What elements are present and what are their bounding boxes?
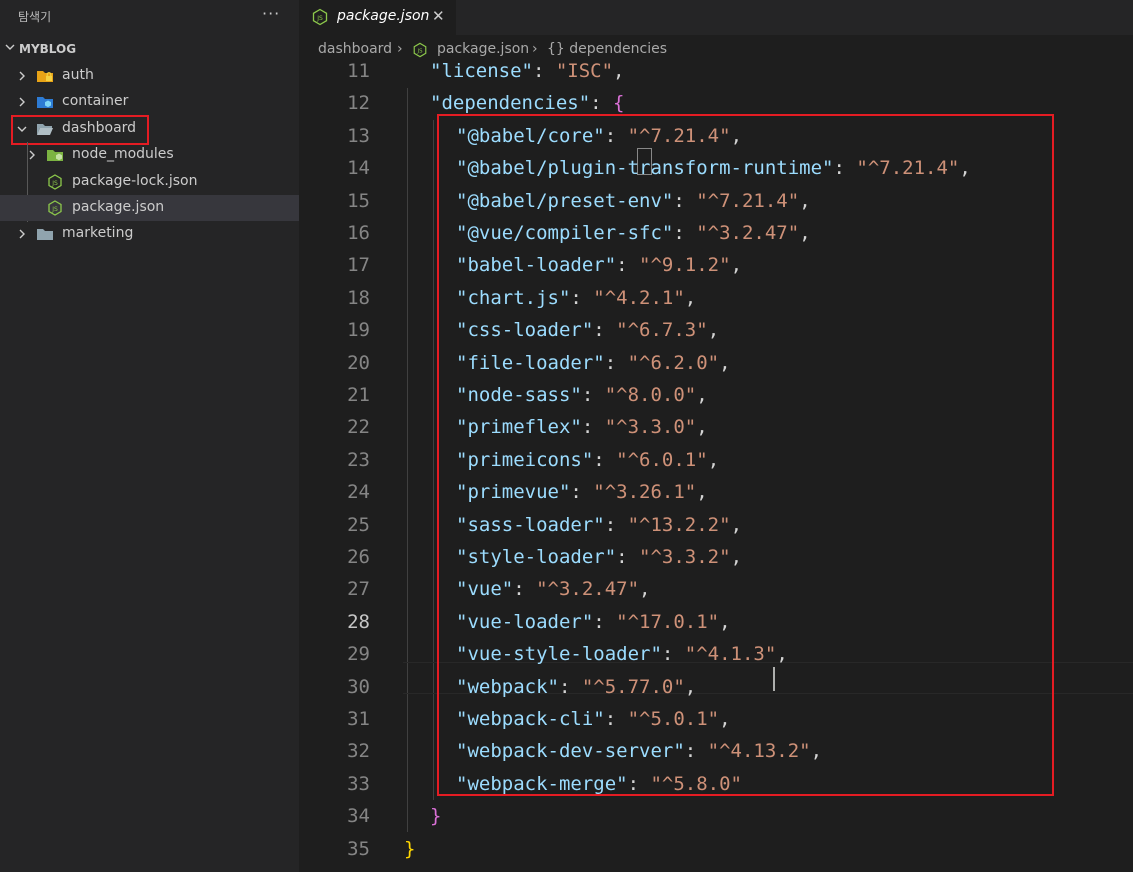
line-number: 22 [347,416,370,439]
line-number: 33 [347,772,370,795]
json-colon: : [532,60,556,82]
line-number: 30 [347,675,370,698]
tree-item-package-lock-json[interactable]: JS package-lock.json [0,169,299,195]
nodejs-file-icon: JS [48,200,62,216]
code-line[interactable]: 34} [299,801,1133,833]
editor-area: JS package.json ✕ dashboard › JS package… [299,0,1133,872]
more-actions-icon[interactable]: ··· [262,4,280,23]
chevron-right-icon [19,97,25,107]
line-number: 21 [347,384,370,406]
tree-item-auth[interactable]: auth [0,63,299,89]
dashboard-highlight-box [11,115,149,145]
line-number: 25 [347,513,370,536]
folder-node-icon [47,150,63,161]
line-number: 35 [347,837,370,860]
tree-item-node-modules[interactable]: node_modules [0,142,299,168]
line-number: 14 [347,157,370,180]
breadcrumb-separator: › [532,41,538,57]
svg-text:JS: JS [51,180,58,187]
explorer-sidebar: 탐색기 ··· MYBLOG auth container dashboard [0,0,299,872]
close-icon[interactable]: ✕ [432,7,445,25]
tree-item-marketing[interactable]: marketing [0,221,299,247]
folder-icon [37,229,53,240]
chevron-down-icon [5,44,15,50]
line-number: 26 [347,546,370,568]
nodejs-file-icon: JS [48,174,62,190]
breadcrumb-item-dashboard[interactable]: dashboard [318,41,392,57]
line-number: 27 [347,578,370,601]
explorer-title: 탐색기 [18,10,52,24]
line-number: 34 [347,805,370,828]
json-brace: } [404,837,416,860]
chevron-right-icon [29,150,35,160]
line-number: 31 [347,708,370,730]
tree-item-label: package.json [72,199,165,215]
line-number: 18 [347,286,370,309]
explorer-header: 탐색기 ··· [0,0,299,34]
json-comma: , [613,60,625,82]
breadcrumb-item-dependencies[interactable]: {} dependencies [547,41,667,57]
line-number: 12 [347,92,370,115]
tree-item-label: marketing [62,225,134,241]
line-content: "license": "ISC", [430,60,625,82]
json-key: "license" [430,60,533,82]
json-colon: : [590,92,614,115]
line-number: 24 [347,481,370,504]
line-number: 15 [347,189,370,212]
line-number: 32 [347,740,370,763]
line-number: 16 [347,222,370,244]
tree-item-label: node_modules [72,146,174,162]
breadcrumb-item-package-json[interactable]: package.json [437,41,529,57]
json-brace: } [430,805,442,828]
folder-container-icon [37,97,53,108]
line-number: 17 [347,254,370,277]
svg-text:JS: JS [316,15,323,22]
line-content: } [404,838,415,860]
workspace-root-label: MYBLOG [19,42,77,56]
tree-item-label: package-lock.json [72,173,198,189]
folder-auth-icon [37,71,53,82]
json-string: "ISC" [555,60,614,82]
tree-item-package-json[interactable]: JS package.json [0,195,299,221]
code-line[interactable]: 35} [299,834,1133,866]
svg-text:JS: JS [51,206,58,213]
tree-item-label: auth [62,67,94,83]
line-number: 13 [347,124,370,147]
line-content: "dependencies": { [430,92,625,114]
code-line[interactable]: 11 "license": "ISC", [299,56,1133,88]
chevron-right-icon [19,71,25,81]
line-number: 19 [347,319,370,342]
line-number: 20 [347,351,370,374]
nodejs-file-icon: JS [312,8,328,26]
breadcrumb-separator: › [397,41,403,57]
workspace-root[interactable]: MYBLOG [0,38,299,60]
svg-text:JS: JS [417,49,424,55]
tree-item-container[interactable]: container [0,89,299,115]
line-number: 11 [347,60,370,82]
line-number: 29 [347,643,370,666]
tab-label: package.json [337,8,430,24]
json-brace: { [613,92,625,115]
tab-package-json[interactable]: JS package.json ✕ [299,0,456,35]
line-number: 28 [347,610,370,633]
tab-bar: JS package.json ✕ [299,0,1133,35]
chevron-right-icon [19,229,25,239]
tree-item-label: container [62,93,129,109]
json-key: "dependencies" [430,92,591,115]
dependencies-highlight-box [437,114,1054,796]
line-content: } [430,805,441,827]
line-number: 23 [347,448,370,471]
